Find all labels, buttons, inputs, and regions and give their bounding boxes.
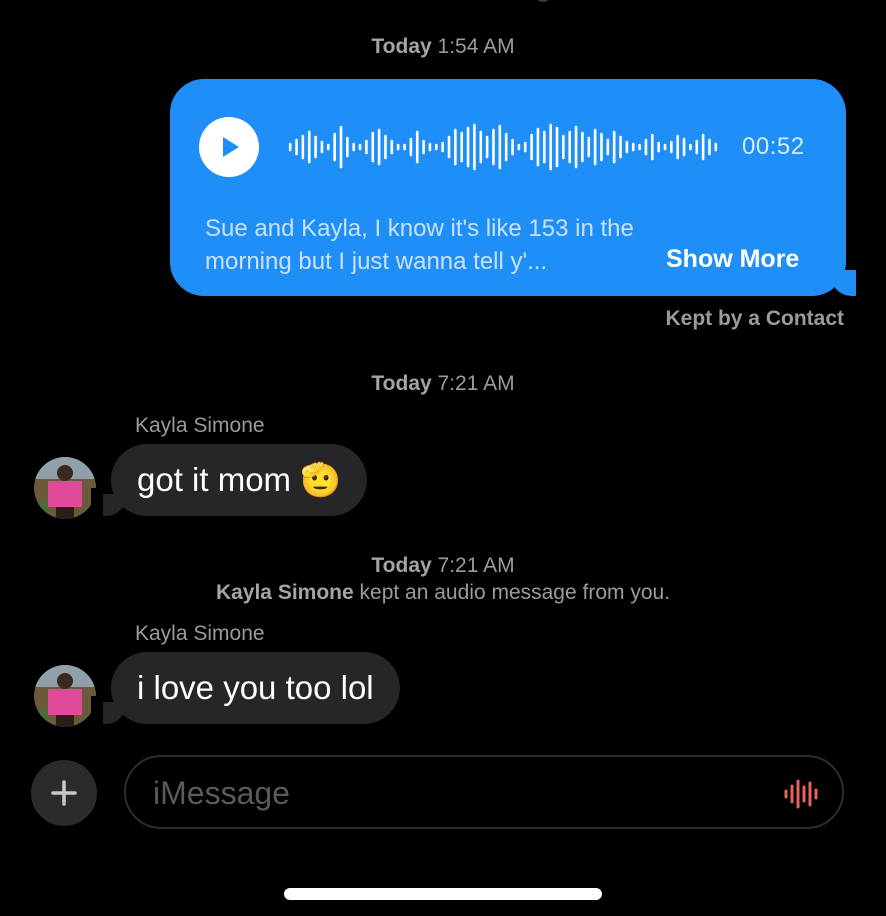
bubble-tail [103,494,125,516]
kept-by-contact-label: Kept by a Contact [665,307,844,330]
bubble-tail [103,702,125,724]
avatar[interactable] [34,457,96,519]
system-note-text: kept an audio message from you. [353,581,671,604]
status-indicator [537,0,549,2]
timestamp: Today 7:21 AM [0,372,886,396]
audio-duration: 00:52 [742,133,805,160]
avatar[interactable] [34,665,96,727]
timestamp-time: 7:21 AM [437,372,515,395]
sender-name: Kayla Simone [135,622,265,645]
bubble-tail [830,270,856,296]
add-attachment-button[interactable] [31,760,97,826]
message-input-placeholder: iMessage [153,775,290,811]
audio-message-bubble[interactable]: 00:52 Sue and Kayla, I know it's like 15… [170,79,868,296]
timestamp-time: 7:21 AM [437,554,515,577]
avatar-image [34,665,96,727]
timestamp: Today 1:54 AM [0,35,886,59]
waveform-icon[interactable] [782,777,822,811]
message-text: got it mom 🫡 [137,461,342,498]
show-more-button[interactable]: Show More [666,245,799,274]
plus-icon [51,780,77,806]
message-input[interactable]: iMessage [124,755,844,829]
timestamp-day: Today [371,372,432,395]
sender-name: Kayla Simone [135,414,265,437]
timestamp: Today 7:21 AM [0,554,886,578]
message-text: i love you too lol [137,669,374,706]
home-indicator[interactable] [284,888,602,900]
incoming-message-bubble[interactable]: i love you too lol [91,652,400,724]
audio-waveform[interactable] [287,123,719,171]
play-icon [223,137,239,157]
timestamp-day: Today [371,35,432,58]
system-note-name: Kayla Simone [215,581,354,604]
timestamp-day: Today [371,554,432,577]
system-note: Kayla Simone kept an audio message from … [0,581,886,605]
timestamp-time: 1:54 AM [437,35,515,58]
play-button[interactable] [199,117,259,177]
incoming-message-bubble[interactable]: got it mom 🫡 [91,444,368,516]
avatar-image [34,457,96,519]
audio-transcript: Sue and Kayla, I know it's like 153 in t… [205,215,634,275]
